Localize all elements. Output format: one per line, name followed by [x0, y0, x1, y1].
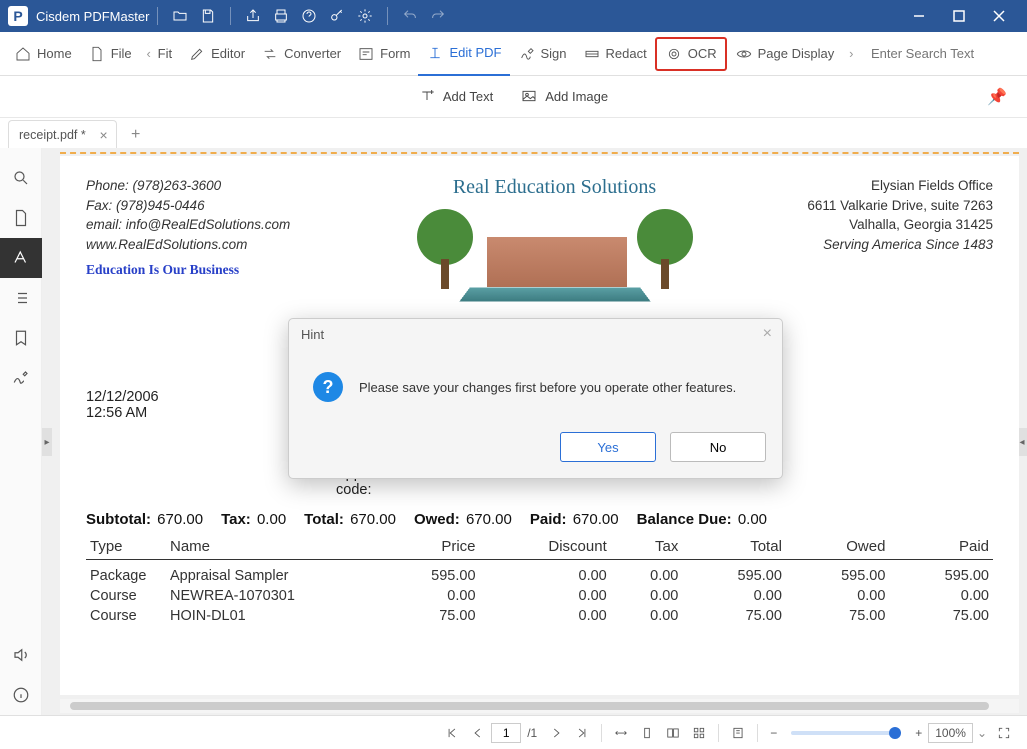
- pin-icon[interactable]: 📌: [987, 87, 1007, 107]
- close-tab-icon[interactable]: ×: [100, 127, 108, 143]
- open-icon[interactable]: [168, 4, 192, 28]
- page-number-input[interactable]: [491, 723, 521, 743]
- add-image-button[interactable]: Add Image: [507, 88, 622, 106]
- left-rail: [0, 148, 42, 715]
- share-icon[interactable]: [241, 4, 265, 28]
- layout-single-icon[interactable]: [634, 726, 660, 740]
- tab-redact[interactable]: Redact: [575, 32, 655, 76]
- rail-signature-icon[interactable]: [0, 358, 42, 398]
- tab-fit[interactable]: Fit: [158, 32, 180, 76]
- fullscreen-icon[interactable]: [991, 726, 1017, 740]
- dialog-title: Hint ×: [289, 319, 782, 350]
- totals-row: Subtotal: 670.00 Tax: 0.00 Total: 670.00…: [60, 503, 1019, 532]
- table-row: CourseHOIN-DL0175.000.000.0075.0075.0075…: [86, 606, 993, 626]
- tab-editor[interactable]: Editor: [180, 32, 253, 76]
- tab-ocr[interactable]: OCR: [655, 37, 727, 71]
- add-text-button[interactable]: Add Text: [405, 88, 507, 106]
- search-input[interactable]: [871, 46, 1011, 61]
- zoom-in-icon[interactable]: +: [909, 726, 928, 740]
- document-tab[interactable]: receipt.pdf * ×: [8, 120, 117, 148]
- hint-dialog: Hint × ? Please save your changes first …: [288, 318, 783, 479]
- rail-text-icon[interactable]: [0, 238, 42, 278]
- app-title: Cisdem PDFMaster: [36, 9, 149, 24]
- letterhead-contact: Phone: (978)263-3600 Fax: (978)945-0446 …: [86, 176, 336, 303]
- search-field[interactable]: [861, 46, 1021, 61]
- expand-left-handle[interactable]: ▸: [42, 428, 52, 456]
- question-icon: ?: [313, 372, 343, 402]
- page-total: /1: [521, 726, 543, 740]
- rail-list-icon[interactable]: [0, 278, 42, 318]
- dialog-message: Please save your changes first before yo…: [359, 380, 736, 395]
- document-tabs: receipt.pdf * × +: [0, 118, 1027, 148]
- help-icon[interactable]: [297, 4, 321, 28]
- document-tab-label: receipt.pdf *: [19, 128, 86, 142]
- tab-form[interactable]: Form: [349, 32, 418, 76]
- status-bar: /1 − + 100% ⌄: [0, 715, 1027, 749]
- layout-grid-icon[interactable]: [686, 726, 712, 740]
- last-page-icon[interactable]: [569, 726, 595, 740]
- rail-sound-icon[interactable]: [0, 635, 42, 675]
- maximize-button[interactable]: [939, 0, 979, 32]
- chevron-right-icon[interactable]: ›: [842, 46, 860, 61]
- sub-toolbar: Add Text Add Image 📌: [0, 76, 1027, 118]
- read-mode-icon[interactable]: [725, 726, 751, 740]
- add-tab-button[interactable]: +: [123, 122, 149, 148]
- key-icon[interactable]: [325, 4, 349, 28]
- zoom-value[interactable]: 100%: [928, 723, 973, 743]
- tab-sign[interactable]: Sign: [510, 32, 575, 76]
- tab-converter[interactable]: Converter: [253, 32, 349, 76]
- dialog-close-icon[interactable]: ×: [763, 325, 772, 343]
- redo-icon[interactable]: [426, 4, 450, 28]
- fit-width-icon[interactable]: [608, 726, 634, 740]
- save-icon[interactable]: [196, 4, 220, 28]
- minimize-button[interactable]: [899, 0, 939, 32]
- rail-bookmark-icon[interactable]: [0, 318, 42, 358]
- undo-icon[interactable]: [398, 4, 422, 28]
- main-toolbar: Home File ‹ Fit Editor Converter Form Ed…: [0, 32, 1027, 76]
- horizontal-scrollbar[interactable]: [60, 699, 1019, 713]
- yes-button[interactable]: Yes: [560, 432, 656, 462]
- next-page-icon[interactable]: [543, 726, 569, 740]
- first-page-icon[interactable]: [439, 726, 465, 740]
- title-bar: P Cisdem PDFMaster: [0, 0, 1027, 32]
- line-items-table: Type Name Price Discount Tax Total Owed …: [60, 532, 1019, 626]
- close-window-button[interactable]: [979, 0, 1019, 32]
- table-row: PackageAppraisal Sampler595.000.000.0059…: [86, 560, 993, 587]
- no-button[interactable]: No: [670, 432, 766, 462]
- print-icon[interactable]: [269, 4, 293, 28]
- tab-home[interactable]: Home: [6, 32, 80, 76]
- letterhead-logo: Real Education Solutions: [336, 176, 773, 303]
- tab-file[interactable]: File: [80, 32, 140, 76]
- rail-page-icon[interactable]: [0, 198, 42, 238]
- chevron-left-icon[interactable]: ‹: [140, 46, 158, 61]
- app-logo: P: [8, 6, 28, 26]
- zoom-slider[interactable]: [791, 731, 901, 735]
- letterhead-address: Elysian Fields Office 6611 Valkarie Driv…: [773, 176, 993, 303]
- tab-edit-pdf[interactable]: Edit PDF: [418, 32, 509, 76]
- tab-page-display[interactable]: Page Display: [727, 32, 843, 76]
- zoom-out-icon[interactable]: −: [764, 726, 783, 740]
- rail-info-icon[interactable]: [0, 675, 42, 715]
- prev-page-icon[interactable]: [465, 726, 491, 740]
- table-row: CourseNEWREA-10703010.000.000.000.000.00…: [86, 586, 993, 606]
- rail-search-icon[interactable]: [0, 158, 42, 198]
- settings-icon[interactable]: [353, 4, 377, 28]
- layout-double-icon[interactable]: [660, 726, 686, 740]
